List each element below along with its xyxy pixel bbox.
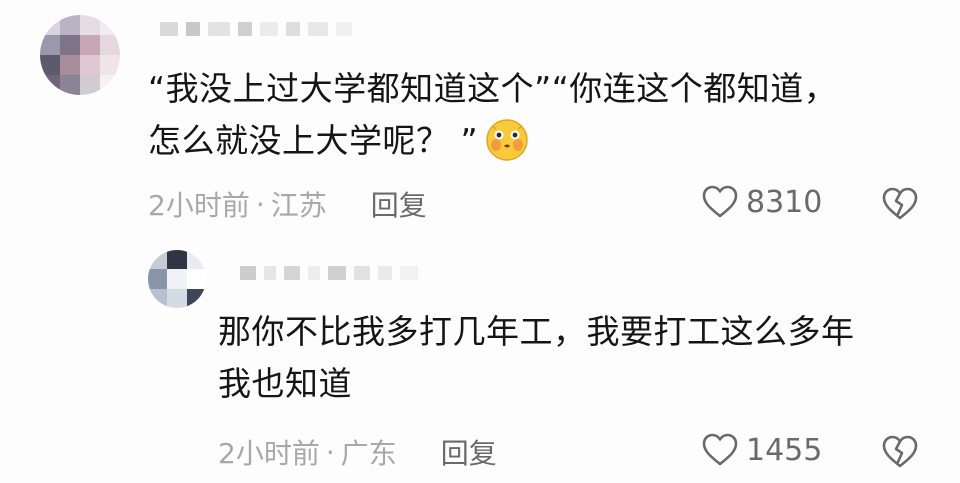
reply-avatar[interactable] bbox=[148, 250, 206, 308]
meta-separator: · bbox=[255, 187, 265, 221]
comment-text-line: “我没上过大学都知道这个”“你连这个都知道， bbox=[148, 69, 838, 108]
comment-text: “我没上过大学都知道这个”“你连这个都知道， 怎么就没上大学呢？ ” bbox=[148, 63, 908, 167]
reply-button[interactable]: 回复 bbox=[371, 184, 427, 224]
reply-meta: 2小时前 · 广东 回复 bbox=[218, 432, 497, 472]
meta-separator: · bbox=[325, 435, 335, 469]
like-count: 1455 bbox=[746, 432, 823, 468]
reply-text-line: 我也知道 bbox=[218, 364, 352, 403]
heart-outline-icon bbox=[702, 185, 738, 218]
comment-thread: “我没上过大学都知道这个”“你连这个都知道， 怎么就没上大学呢？ ” 2小时前 … bbox=[0, 0, 960, 483]
reply-button[interactable]: 回复 bbox=[441, 432, 497, 472]
avatar[interactable] bbox=[40, 15, 120, 95]
timestamp: 2小时前 bbox=[148, 189, 250, 222]
like-button[interactable]: 8310 bbox=[700, 182, 822, 222]
thinking-cheeks-emoji-icon bbox=[486, 118, 528, 161]
username-redacted[interactable] bbox=[160, 22, 352, 36]
reply-text: 那你不比我多打几年工，我要打工这么多年 我也知道 bbox=[218, 306, 918, 410]
location: 江苏 bbox=[270, 189, 327, 222]
broken-heart-icon[interactable] bbox=[880, 432, 920, 472]
location: 广东 bbox=[340, 437, 397, 470]
reply-text-line: 那你不比我多打几年工，我要打工这么多年 bbox=[218, 312, 855, 351]
comment-text-line: 怎么就没上大学呢？ ” bbox=[148, 115, 908, 167]
broken-heart-icon[interactable] bbox=[880, 184, 920, 224]
comment-meta: 2小时前 · 江苏 回复 bbox=[148, 184, 427, 224]
reply-username-redacted[interactable] bbox=[240, 266, 418, 280]
heart-outline-icon bbox=[702, 433, 738, 466]
like-count: 8310 bbox=[746, 184, 823, 220]
like-button[interactable]: 1455 bbox=[700, 430, 822, 470]
timestamp: 2小时前 bbox=[218, 437, 320, 470]
